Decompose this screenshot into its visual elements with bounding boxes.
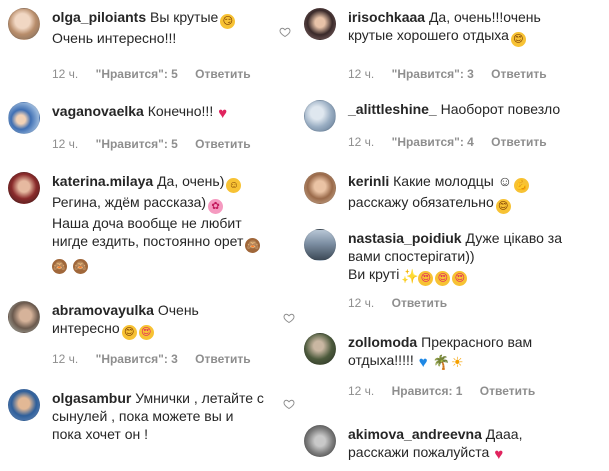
reply-button[interactable]: Ответить [195,352,250,366]
avatar[interactable] [8,389,40,421]
likes-count[interactable]: "Нравится": 5 [96,137,178,151]
comment-meta: 12 ч. "Нравится": 3 Ответить [52,352,265,366]
heart-eyes-emoji-icon: 😍 [138,325,154,340]
comment-text: Наоборот повезло [440,101,561,117]
comment-time: 12 ч. [52,352,79,366]
comment-meta: 12 ч. "Нравится": 4 Ответить [348,135,561,149]
smirk-emoji-icon: 😏 [220,14,236,29]
blue-heart-icon: ♥ [418,354,428,371]
comment-text: Очень [157,302,199,318]
red-heart-icon: ♥ [494,446,504,463]
comment-text: Конечно!!! [147,103,214,119]
comment-username[interactable]: _alittleshine_ [348,101,437,117]
reply-button[interactable]: Ответить [195,137,250,151]
red-heart-icon: ♥ [218,105,228,122]
comment-username[interactable]: olgasambur [52,390,131,406]
comment-text: Да, очень) [157,173,225,189]
comment-text: пока хочет он ! [52,426,149,442]
comment-username[interactable]: zollomoda [348,334,417,350]
like-heart-icon[interactable] [279,26,291,38]
avatar[interactable] [304,8,336,40]
avatar[interactable] [8,8,40,40]
comment-meta: 12 ч. "Нравится": 5 Ответить [52,137,265,151]
blushing-face-emoji-icon: 😊 [495,199,511,214]
avatar[interactable] [304,229,336,261]
avatar[interactable] [304,425,336,457]
comment-meta: 12 ч. Нравится: 1 Ответить [348,384,549,398]
flexed-biceps-emoji-icon: 💪 [514,178,530,193]
heart-eyes-emoji-icon: 😍 [452,271,468,286]
heart-eyes-emoji-icon: 😍 [418,271,434,286]
likes-count[interactable]: "Нравится": 3 [392,67,474,81]
comment-username[interactable]: irisochkaaa [348,9,425,25]
comment-username[interactable]: abramovayulka [52,302,154,318]
comment-text: крутые хорошего отдыха [348,27,509,43]
reply-button[interactable]: Ответить [480,384,535,398]
comment-time: 12 ч. [348,135,375,149]
smiling-face-emoji-icon: ☺ [226,178,242,193]
avatar[interactable] [8,102,40,134]
reply-button[interactable]: Ответить [491,135,546,149]
comment-username[interactable]: olga_piloiants [52,9,146,25]
sparkles-emoji-icon: ✨ [401,268,419,284]
likes-count[interactable]: "Нравится": 3 [96,352,178,366]
heart-eyes-emoji-icon: 😍 [435,271,451,286]
avatar[interactable] [304,333,336,365]
comment-text: отдыха!!!!! [348,352,414,368]
comment-text: Очень интересно!!! [52,30,177,46]
reply-button[interactable]: Ответить [392,296,447,310]
comment-time: 12 ч. [348,296,375,310]
avatar[interactable] [304,172,336,204]
comment-username[interactable]: nastasia_poidiuk [348,230,462,246]
comment-text: Прекрасного вам [421,334,533,350]
avatar[interactable] [304,100,336,132]
like-heart-icon[interactable] [283,312,295,324]
likes-count[interactable]: "Нравится": 5 [96,67,178,81]
comment-username[interactable]: katerina.milaya [52,173,153,189]
comment-text: Дааа, [485,426,523,442]
blushing-face-emoji-icon: 😊 [121,325,137,340]
comment-text: Наша доча вообще не любит [52,215,242,231]
reply-button[interactable]: Ответить [195,67,250,81]
comment-username[interactable]: vaganovaelka [52,103,144,119]
comment-text: Умнички , летайте с [135,390,264,406]
see-no-evil-monkey-emoji-icon: 🙈 [72,259,88,274]
comment-meta: 12 ч. Ответить [348,296,461,310]
like-heart-icon[interactable] [283,398,295,410]
reply-button[interactable]: Ответить [491,67,546,81]
likes-count[interactable]: "Нравится": 4 [392,135,474,149]
comment-text: расскажи пожалуйста [348,444,490,460]
sun-emoji-icon: ☀ [450,354,464,370]
comment-username[interactable]: akimova_andreevna [348,426,482,442]
palm-tree-emoji-icon: 🌴 [432,354,451,370]
likes-count[interactable]: Нравится: 1 [392,384,463,398]
comment-text: интересно [52,320,120,336]
see-no-evil-monkey-emoji-icon: 🙈 [245,238,261,253]
blushing-face-emoji-icon: 😊 [510,32,526,47]
avatar[interactable] [8,172,40,204]
flower-emoji-icon: ✿ [208,199,224,214]
comment-text: Вы крутые [150,9,219,25]
comment-time: 12 ч. [52,67,79,81]
avatar[interactable] [8,301,40,333]
comment-text: Дуже цікаво за [465,230,562,246]
comment-text: Регина, ждём рассказа) [52,194,207,210]
comment-text: Да, очень!!!очень [428,9,541,25]
comment-text: Какие молодцы ☺ [393,173,513,189]
comment-text: сынулей , пока можете вы и [52,408,234,424]
see-no-evil-monkey-emoji-icon: 🙈 [52,259,67,274]
comment-text: нигде ездить, постоянно орет [52,233,244,249]
comment-meta: 12 ч. "Нравится": 3 Ответить [348,67,561,81]
comment-meta: 12 ч. "Нравится": 5 Ответить [52,67,265,81]
comment-time: 12 ч. [52,137,79,151]
comment-text: Ви круті [348,266,400,282]
comment-username[interactable]: kerinli [348,173,389,189]
comment-text: расскажу обязательно [348,194,494,210]
comment-time: 12 ч. [348,384,375,398]
comment-time: 12 ч. [348,67,375,81]
comment-text: вами спостерігати)) [348,248,475,264]
